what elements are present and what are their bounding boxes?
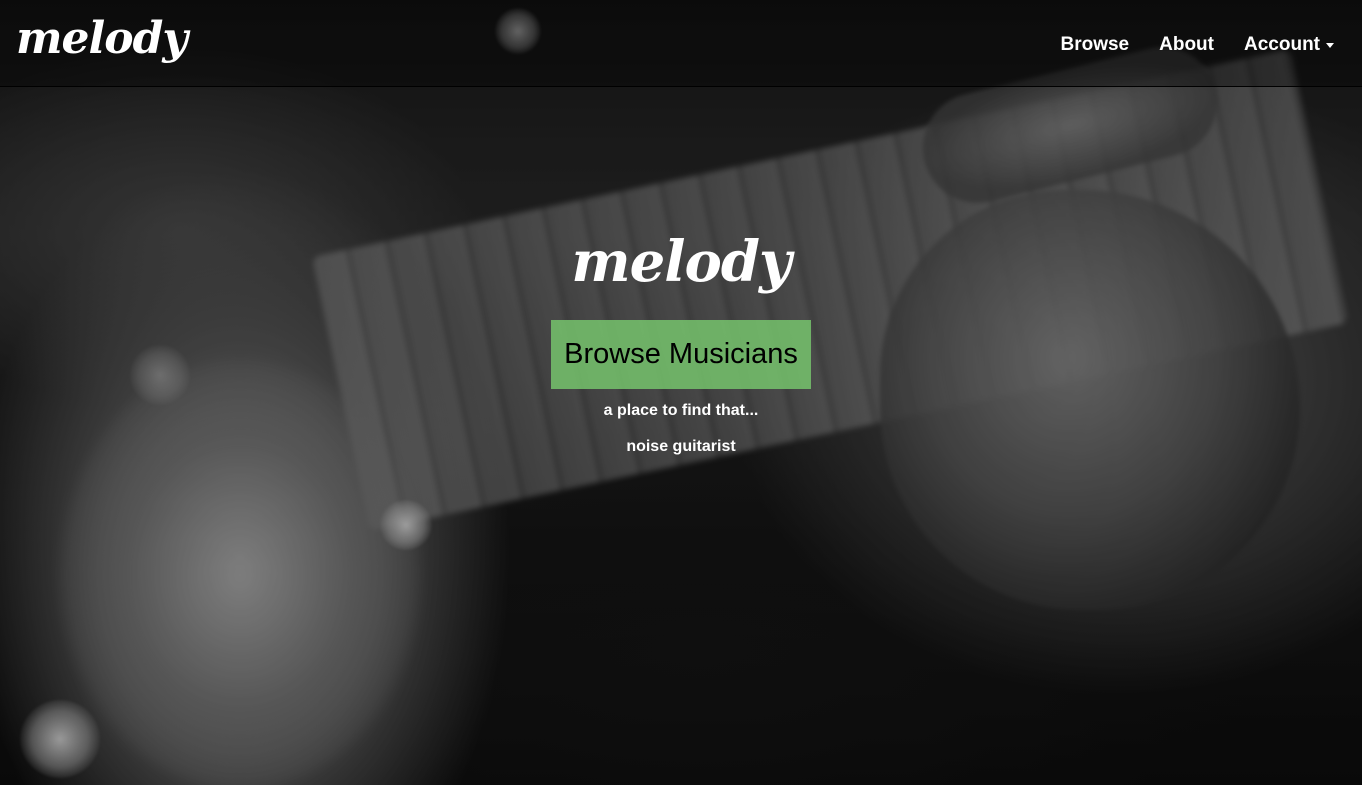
nav-links: Browse About Account — [1060, 34, 1334, 56]
landing-page: melody Browse About Account melody Brows… — [0, 0, 1362, 785]
hero-logo: melody — [571, 229, 791, 295]
brand-logo[interactable]: melody — [16, 14, 188, 64]
browse-musicians-button[interactable]: Browse Musicians — [551, 320, 811, 389]
nav-account-label: Account — [1244, 34, 1320, 55]
hero-rotating-text: noise guitarist — [626, 438, 736, 455]
hero-content: melody Browse Musicians a place to find … — [0, 220, 1362, 459]
caret-down-icon — [1326, 42, 1334, 48]
nav-account-dropdown[interactable]: Account — [1244, 34, 1334, 56]
top-navbar: melody Browse About Account — [0, 0, 1362, 87]
nav-about-link[interactable]: About — [1159, 34, 1214, 56]
hero-tagline: a place to find that... — [603, 402, 759, 419]
nav-browse-link[interactable]: Browse — [1060, 34, 1129, 56]
